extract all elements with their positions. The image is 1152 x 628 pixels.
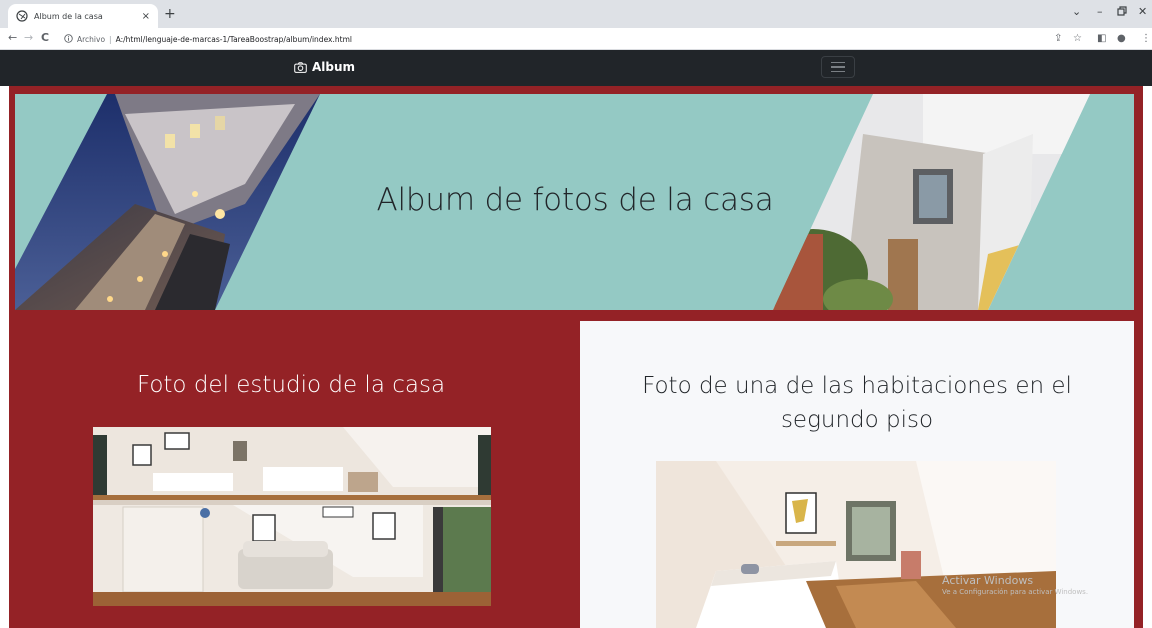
brand-label: Album bbox=[312, 60, 356, 74]
new-tab-button[interactable]: + bbox=[164, 7, 176, 21]
reload-button[interactable]: C bbox=[41, 32, 49, 44]
security-label: Archivo bbox=[77, 34, 106, 44]
card-right-title: Foto de una de las habitaciones en el se… bbox=[642, 373, 1072, 433]
site-navbar: Album bbox=[0, 50, 1152, 86]
minimize-button[interactable]: – bbox=[1097, 6, 1103, 18]
browser-menu-icon[interactable]: ⋮ bbox=[1141, 33, 1151, 44]
watermark-title: Activar Windows bbox=[942, 574, 1034, 587]
browser-tab-strip: Album de la casa × + ⌄ – ✕ bbox=[0, 0, 1152, 28]
url-text[interactable]: A:/html/lenguaje-de-marcas-1/TareaBoostr… bbox=[116, 35, 352, 44]
hamburger-icon-bar bbox=[831, 66, 845, 68]
close-window-button[interactable]: ✕ bbox=[1138, 6, 1147, 18]
profile-icon[interactable]: ● bbox=[1117, 33, 1126, 44]
globe-icon bbox=[16, 10, 28, 22]
bedroom-photo bbox=[656, 461, 1056, 628]
hamburger-icon-bar bbox=[831, 70, 845, 73]
close-tab-icon[interactable]: × bbox=[142, 11, 150, 22]
maximize-button[interactable] bbox=[1117, 6, 1127, 19]
navbar-brand[interactable]: Album bbox=[294, 60, 355, 74]
watermark-subtitle: Ve a Configuración para activar Windows. bbox=[942, 588, 1089, 596]
info-icon[interactable] bbox=[64, 33, 73, 45]
hero-title: Album de fotos de la casa bbox=[376, 182, 774, 218]
address-bar-row: ← → C Archivo | A:/html/lenguaje-de-marc… bbox=[0, 28, 1152, 50]
navbar-toggler-button[interactable] bbox=[821, 56, 855, 78]
tab-title: Album de la casa bbox=[34, 11, 103, 21]
forward-button[interactable]: → bbox=[24, 32, 33, 44]
share-icon[interactable]: ⇪ bbox=[1054, 33, 1062, 44]
card-left-title: Foto del estudio de la casa bbox=[136, 372, 446, 398]
hamburger-icon bbox=[831, 61, 845, 64]
url-omnibox[interactable]: Archivo | A:/html/lenguaje-de-marcas-1/T… bbox=[64, 31, 1024, 47]
camera-icon bbox=[294, 61, 307, 73]
back-button[interactable]: ← bbox=[8, 32, 17, 44]
side-panel-icon[interactable]: ◧ bbox=[1097, 33, 1106, 44]
tab-search-icon[interactable]: ⌄ bbox=[1072, 6, 1081, 18]
page-gutter-left bbox=[0, 86, 9, 628]
windows-activation-watermark: Activar Windows Ve a Configuración para … bbox=[942, 574, 1088, 597]
browser-tab[interactable]: Album de la casa × bbox=[8, 4, 158, 28]
studio-photo bbox=[93, 427, 491, 606]
page-gutter-right bbox=[1143, 86, 1152, 628]
bookmark-star-icon[interactable]: ☆ bbox=[1073, 33, 1082, 44]
url-separator: | bbox=[109, 34, 112, 44]
